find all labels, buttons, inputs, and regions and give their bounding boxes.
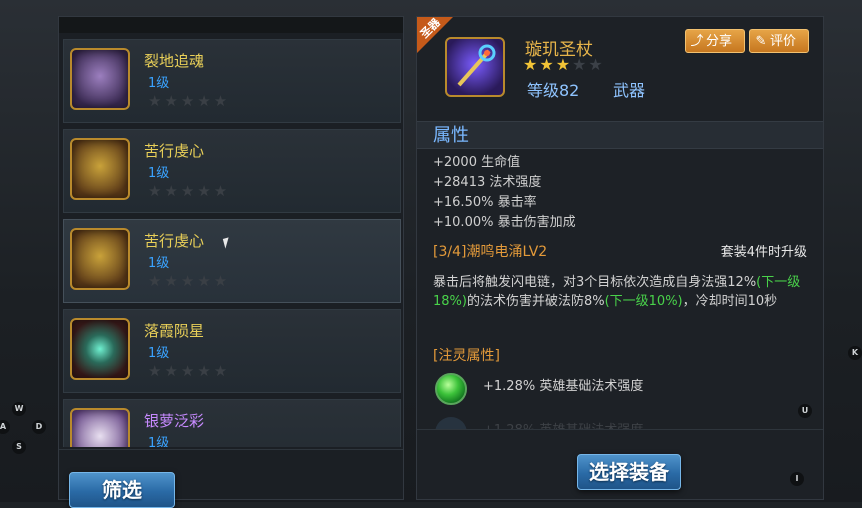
item-name: 苦行虔心 xyxy=(144,142,205,160)
list-item[interactable]: 银萝泛彩 1级 ★★★★★ xyxy=(63,399,401,447)
star-rating: ★★★★★ xyxy=(148,362,231,380)
item-name: 裂地追魂 xyxy=(144,52,205,70)
edit-icon: ✎ xyxy=(755,34,767,49)
soul-gem-icon xyxy=(435,373,467,405)
detail-footer: 选择装备 xyxy=(417,429,823,499)
item-name: 落霞陨星 xyxy=(144,322,205,340)
equipment-thumbnail xyxy=(70,138,130,200)
set-bonus-description: 暴击后将触发闪电链，对3个目标依次造成自身法强12%(下一级18%)的法术伤害并… xyxy=(433,273,813,311)
desc-text: 暴击后将触发闪电链，对3个目标依次造成自身法强12% xyxy=(433,275,757,290)
attribute-line: +2000 生命值 xyxy=(433,155,521,170)
equipment-detail-panel: 圣器 璇玑圣杖 ★★★★★ 等级82 武器 ⤴ 分享 ✎ 评价 属性 +2000 生… xyxy=(416,16,824,500)
equipment-thumbnail xyxy=(70,318,130,380)
equipment-thumbnail xyxy=(70,228,130,290)
list-topbar xyxy=(59,17,403,33)
item-level: 1级 xyxy=(148,166,170,181)
stars-empty: ★★ xyxy=(572,55,605,74)
item-name: 银萝泛彩 xyxy=(144,412,205,430)
star-rating: ★★★★★ xyxy=(148,92,231,110)
share-label: 分享 xyxy=(706,34,733,49)
key-hint-w: W xyxy=(12,402,26,416)
list-item[interactable]: 裂地追魂 1级 ★★★★★ xyxy=(63,39,401,123)
key-hint-u: U xyxy=(798,404,812,418)
item-name: 苦行虔心 xyxy=(144,232,205,250)
key-hint-i: I xyxy=(790,472,804,486)
key-hint-s: S xyxy=(12,440,26,454)
review-button[interactable]: ✎ 评价 xyxy=(749,29,809,53)
stars-filled: ★★★ xyxy=(523,55,573,74)
attribute-line: +10.00% 暴击伤害加成 xyxy=(433,215,576,230)
soul-attribute-text: +1.28% 英雄基础法术强度 xyxy=(483,379,644,394)
equipment-icon xyxy=(445,37,505,97)
equipment-list[interactable]: 裂地追魂 1级 ★★★★★ 苦行虔心 1级 ★★★★★ 苦行虔心 1级 ★★★★… xyxy=(63,39,401,447)
key-hint-d: D xyxy=(32,420,46,434)
select-equipment-button[interactable]: 选择装备 xyxy=(577,454,681,490)
filter-button[interactable]: 筛选 xyxy=(69,472,175,508)
star-rating: ★★★★★ xyxy=(148,182,231,200)
item-level: 1级 xyxy=(148,76,170,91)
attribute-line: +28413 法术强度 xyxy=(433,175,542,190)
equipment-star-rating: ★★★★★ xyxy=(523,55,605,74)
equipment-level: 等级82 xyxy=(527,81,580,100)
equipment-thumbnail xyxy=(70,48,130,110)
attributes-header: 属性 xyxy=(417,121,823,149)
desc-text: ，冷却时间10秒 xyxy=(682,294,778,309)
list-item[interactable]: 落霞陨星 1级 ★★★★★ xyxy=(63,309,401,393)
set-bonus-title: [3/4]潮鸣电涌LV2 xyxy=(433,244,548,260)
list-item-selected[interactable]: 苦行虔心 1级 ★★★★★ xyxy=(63,219,401,303)
set-bonus-row: [3/4]潮鸣电涌LV2 套装4件时升级 xyxy=(417,239,823,263)
key-hint-k: K xyxy=(848,346,862,360)
share-button[interactable]: ⤴ 分享 xyxy=(685,29,745,53)
review-label: 评价 xyxy=(770,34,797,49)
desc-text: 的法术伤害并破法防8% xyxy=(466,294,605,309)
equipment-type: 武器 xyxy=(613,81,646,100)
staff-icon xyxy=(457,44,496,87)
attribute-line: +16.50% 暴击率 xyxy=(433,195,537,210)
list-footer: 筛选 xyxy=(59,449,403,508)
attributes-list: +2000 生命值 +28413 法术强度 +16.50% 暴击率 +10.00… xyxy=(433,153,576,233)
share-icon: ⤴ xyxy=(690,34,704,49)
item-level: 1级 xyxy=(148,436,170,447)
equipment-list-panel: 裂地追魂 1级 ★★★★★ 苦行虔心 1级 ★★★★★ 苦行虔心 1级 ★★★★… xyxy=(58,16,404,508)
soul-attribute-title: [注灵属性] xyxy=(433,348,500,364)
item-level: 1级 xyxy=(148,256,170,271)
equipment-thumbnail xyxy=(70,408,130,447)
star-rating: ★★★★★ xyxy=(148,272,231,290)
desc-next-level: (下一级10%) xyxy=(604,294,683,309)
item-level: 1级 xyxy=(148,346,170,361)
list-item[interactable]: 苦行虔心 1级 ★★★★★ xyxy=(63,129,401,213)
set-bonus-hint: 套装4件时升级 xyxy=(720,245,807,260)
